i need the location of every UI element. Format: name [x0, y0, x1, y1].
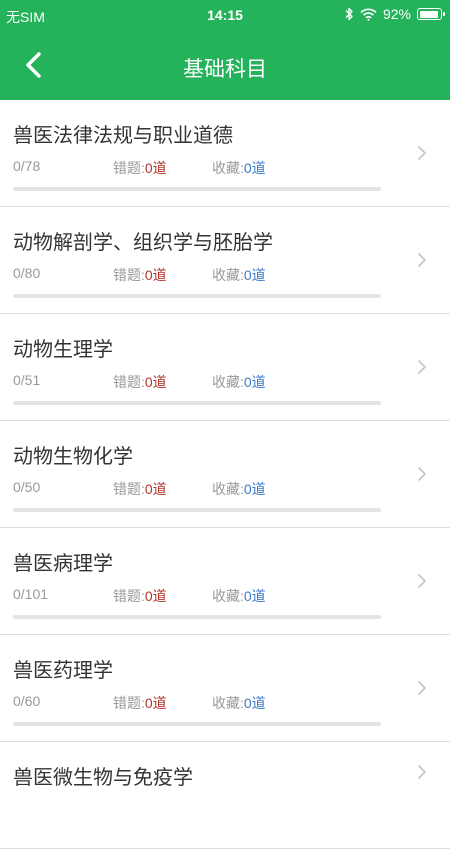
subject-progress: 0/101: [13, 586, 49, 602]
wrong-value: 0道: [144, 374, 167, 390]
status-bar: 无SIM 14:15 92%: [0, 0, 450, 31]
subject-list-item[interactable]: 动物生理学 0/51 错题:0道 收藏:0道: [0, 314, 450, 421]
subject-name: 动物生理学: [13, 339, 113, 361]
nav-bar: 基础科目: [0, 31, 450, 100]
wrong-label: 错题:: [113, 588, 145, 604]
subject-list-item[interactable]: 兽医法律法规与职业道德 0/78 错题:0道 收藏:0道: [0, 100, 450, 207]
subject-name: 兽医法律法规与职业道德: [13, 125, 233, 147]
wrong-count: 错题:0道: [113, 693, 167, 713]
subject-progress: 0/50: [13, 479, 41, 495]
favorite-label: 收藏:: [212, 695, 244, 711]
favorite-value: 0道: [243, 588, 266, 604]
subject-list-item[interactable]: 兽医病理学 0/101 错题:0道 收藏:0道: [0, 528, 450, 635]
subject-list-item[interactable]: 兽医微生物与免疫学: [0, 742, 450, 849]
subject-list-item[interactable]: 兽医药理学 0/60 错题:0道 收藏:0道: [0, 635, 450, 742]
wrong-value: 0道: [144, 160, 167, 176]
chevron-right-icon: [418, 360, 426, 374]
favorite-label: 收藏:: [212, 160, 244, 176]
subject-progress: 0/80: [13, 265, 41, 281]
chevron-right-icon: [418, 765, 426, 779]
wrong-value: 0道: [144, 695, 167, 711]
subject-name: 兽医病理学: [13, 553, 113, 575]
wrong-count: 错题:0道: [113, 158, 167, 178]
page-title: 基础科目: [183, 58, 267, 81]
battery-percent: 92%: [382, 6, 411, 22]
wrong-label: 错题:: [113, 267, 145, 283]
wrong-label: 错题:: [113, 374, 145, 390]
battery-icon: [417, 8, 445, 20]
favorite-value: 0道: [243, 160, 266, 176]
status-right: 92%: [344, 6, 445, 22]
bluetooth-icon: [345, 7, 353, 21]
wrong-count: 错题:0道: [113, 479, 167, 499]
subject-list-item[interactable]: 动物解剖学、组织学与胚胎学 0/80 错题:0道 收藏:0道: [0, 207, 450, 314]
favorite-count: 收藏:0道: [212, 586, 266, 606]
subject-progress: 0/60: [13, 693, 41, 709]
favorite-label: 收藏:: [212, 374, 244, 390]
chevron-right-icon: [418, 146, 426, 160]
subject-name: 兽医药理学: [13, 660, 113, 682]
favorite-count: 收藏:0道: [212, 372, 266, 392]
wifi-icon: [360, 8, 377, 21]
wrong-value: 0道: [144, 588, 167, 604]
subject-name: 动物解剖学、组织学与胚胎学: [13, 232, 273, 254]
wrong-value: 0道: [144, 481, 167, 497]
wrong-count: 错题:0道: [113, 586, 167, 606]
chevron-right-icon: [418, 574, 426, 588]
chevron-right-icon: [418, 253, 426, 267]
favorite-label: 收藏:: [212, 588, 244, 604]
favorite-count: 收藏:0道: [212, 479, 266, 499]
favorite-count: 收藏:0道: [212, 693, 266, 713]
progress-bar: [13, 401, 381, 405]
favorite-label: 收藏:: [212, 267, 244, 283]
subject-progress: 0/51: [13, 372, 41, 388]
progress-bar: [13, 187, 381, 191]
subject-list: 兽医法律法规与职业道德 0/78 错题:0道 收藏:0道 动物解剖学、组织学与胚…: [0, 100, 450, 849]
wrong-label: 错题:: [113, 160, 145, 176]
favorite-value: 0道: [243, 695, 266, 711]
favorite-value: 0道: [243, 374, 266, 390]
subject-list-item[interactable]: 动物生物化学 0/50 错题:0道 收藏:0道: [0, 421, 450, 528]
wrong-value: 0道: [144, 267, 167, 283]
wrong-label: 错题:: [113, 695, 145, 711]
subject-progress: 0/78: [13, 158, 41, 174]
chevron-right-icon: [418, 681, 426, 695]
progress-bar: [13, 508, 381, 512]
favorite-count: 收藏:0道: [212, 158, 266, 178]
progress-bar: [13, 722, 381, 726]
wrong-label: 错题:: [113, 481, 145, 497]
subject-name: 兽医微生物与免疫学: [13, 767, 193, 789]
favorite-value: 0道: [243, 481, 266, 497]
battery-fill: [419, 10, 438, 18]
progress-bar: [13, 615, 381, 619]
favorite-value: 0道: [243, 267, 266, 283]
chevron-right-icon: [418, 467, 426, 481]
progress-bar: [13, 294, 381, 298]
favorite-label: 收藏:: [212, 481, 244, 497]
subject-name: 动物生物化学: [13, 446, 133, 468]
wrong-count: 错题:0道: [113, 265, 167, 285]
favorite-count: 收藏:0道: [212, 265, 266, 285]
wrong-count: 错题:0道: [113, 372, 167, 392]
